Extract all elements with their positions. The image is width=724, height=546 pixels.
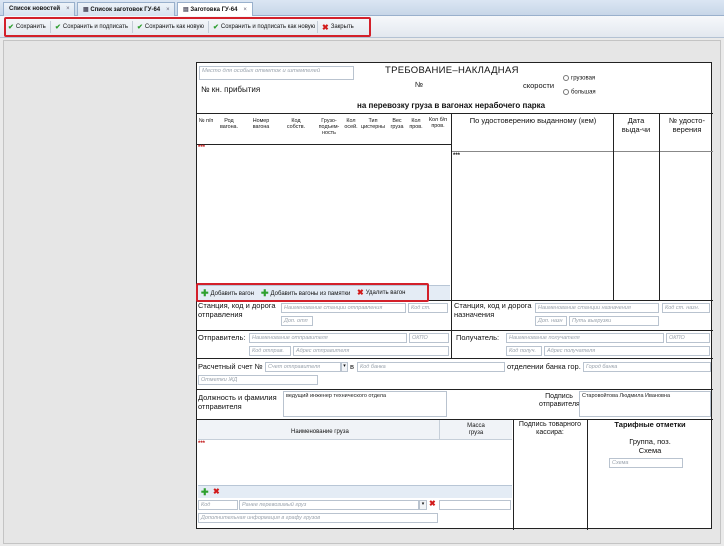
prev-cargo-dropdown-icon[interactable]: ▾	[419, 500, 427, 510]
col-nomer: Номер вагона	[252, 118, 270, 131]
sender-address-input[interactable]: Адрес отправителя	[293, 346, 449, 356]
speed-high-option[interactable]: большая	[563, 89, 596, 96]
arrival-number-label: № кн. прибытия	[201, 85, 261, 94]
sender-code-input[interactable]: Код отправ.	[249, 346, 291, 356]
receiver-code-input[interactable]: Код получ.	[506, 346, 542, 356]
col-tip: Тип цистерны	[361, 118, 386, 131]
cargo-mass-input[interactable]	[439, 500, 511, 510]
close-icon[interactable]: ×	[66, 6, 70, 12]
signature-label: Подпись отправителя	[539, 393, 580, 409]
highlight-toolbar	[4, 17, 371, 37]
close-icon[interactable]: ×	[243, 7, 247, 13]
from-station-label: Станция, код и дорога отправления	[198, 301, 276, 319]
wagon-marker: ***	[198, 145, 206, 151]
col-kol-prov: Кол пров.	[409, 118, 423, 131]
from-station-input[interactable]: Наименование станции отправления	[281, 303, 406, 313]
account-dropdown-icon[interactable]: ▾	[341, 362, 348, 372]
col-rod: Род вагона.	[219, 118, 239, 131]
to-station-input[interactable]: Наименование станции назначения	[535, 303, 659, 313]
receiver-address-input[interactable]: Адрес получателя	[544, 346, 710, 356]
cargo-marker: ***	[198, 441, 206, 447]
clear-cargo-icon[interactable]: ✖	[429, 499, 436, 508]
rail-notes-input[interactable]: Отметки ЖД	[198, 375, 318, 385]
cashier-label: Подпись товарного кассира:	[518, 421, 582, 437]
speed-high-label: большая	[571, 89, 596, 96]
bank-branch-label: отделении банка гор.	[507, 362, 581, 371]
speed-cargo-label: грузовая	[571, 75, 596, 82]
account-input[interactable]: Счет отправителя	[265, 362, 341, 372]
position-label: Должность и фамилия отправителя	[198, 393, 277, 411]
sender-okpo-input[interactable]: ОКПО	[409, 333, 449, 343]
cert-header: По удостоверению выданному (кем)	[469, 116, 597, 125]
col-kod: Код собств.	[286, 118, 306, 131]
cargo-toolbar	[198, 485, 512, 498]
col-np: № п/п	[198, 118, 214, 124]
group-label: Группа, поз. Схема	[629, 437, 671, 455]
col-ves: Вес груза	[390, 118, 404, 131]
plus-icon: ✚	[201, 487, 209, 497]
unload-track-input[interactable]: Путь выгрузки	[569, 316, 659, 326]
to-station-label: Станция, код и дорога назначения	[454, 301, 532, 319]
close-icon[interactable]: ×	[166, 7, 170, 13]
cargo-name-header: Наименование груза	[291, 429, 349, 435]
stamp-field[interactable]: Место для особых отметок и штемпелей	[199, 66, 354, 80]
from-station-code-input[interactable]: Код ст.	[408, 303, 448, 313]
cargo-mass-header: Масса груза	[467, 423, 485, 436]
scheme-input[interactable]: Схема	[609, 458, 683, 468]
cert-marker: ***	[453, 153, 461, 159]
account-label: Расчетный счет №	[198, 362, 263, 371]
speed-label: скорости	[523, 81, 555, 90]
highlight-wagon-buttons	[196, 283, 429, 302]
bank-city-input[interactable]: Город банка	[583, 362, 711, 372]
to-extra-input[interactable]: Доп. назн	[535, 316, 567, 326]
form-title: ТРЕБОВАНИЕ–НАКЛАДНАЯ	[385, 65, 519, 76]
cert-number-header: № удосто-верения	[669, 116, 705, 134]
tab-template[interactable]: ▤ Заготовка ГУ-64 ×	[177, 2, 253, 17]
bank-code-input[interactable]: Код банка	[357, 362, 505, 372]
prev-cargo-input[interactable]: Ранее перевозимый груз	[239, 500, 419, 510]
cargo-code-input[interactable]: Код	[198, 500, 238, 510]
signature-input[interactable]: Старовойтова Людмила Ивановна	[579, 391, 711, 417]
col-kol-osei: Кол осей.	[344, 118, 358, 131]
extra-info-input[interactable]: Дополнительная информация в графу грузов	[198, 513, 438, 523]
col-gruz: Грузо-подъем-ность	[318, 118, 340, 137]
radio-icon	[563, 75, 569, 81]
add-cargo-button[interactable]: ✚	[201, 487, 209, 498]
sender-label: Отправитель:	[198, 333, 246, 342]
receiver-input[interactable]: Наименование получателя	[506, 333, 664, 343]
form-subtitle: на перевозку груза в вагонах нерабочего …	[357, 101, 546, 110]
from-extra-input[interactable]: Доп. отп	[281, 316, 313, 326]
tab-label: Заготовка ГУ-64	[190, 7, 238, 13]
col-kol-b: Кол б/п пров.	[428, 117, 448, 130]
tab-templates-list[interactable]: ▦ Список заготовок ГУ-64 ×	[77, 2, 175, 16]
tab-bar: Список новостей × ▦ Список заготовок ГУ-6…	[0, 0, 724, 17]
tab-label: Список заготовок ГУ-64	[90, 7, 161, 13]
number-label: №	[415, 80, 424, 89]
in-label: в	[350, 362, 354, 371]
tab-news-list[interactable]: Список новостей ×	[3, 2, 75, 16]
date-header: Дата выда-чи	[621, 116, 651, 134]
speed-cargo-option[interactable]: грузовая	[563, 75, 595, 82]
delete-icon: ✖	[213, 487, 220, 496]
radio-icon	[563, 89, 569, 95]
receiver-label: Получатель:	[456, 333, 500, 342]
delete-cargo-button[interactable]: ✖	[213, 487, 220, 496]
tab-label: Список новостей	[9, 6, 61, 12]
sender-input[interactable]: Наименование отправителя	[249, 333, 407, 343]
tariff-label: Тарифные отметки	[614, 420, 686, 429]
receiver-okpo-input[interactable]: ОКПО	[666, 333, 710, 343]
to-station-code-input[interactable]: Код ст. назн.	[662, 303, 710, 313]
position-input[interactable]: ведущий инженер технического отдела	[283, 391, 447, 417]
